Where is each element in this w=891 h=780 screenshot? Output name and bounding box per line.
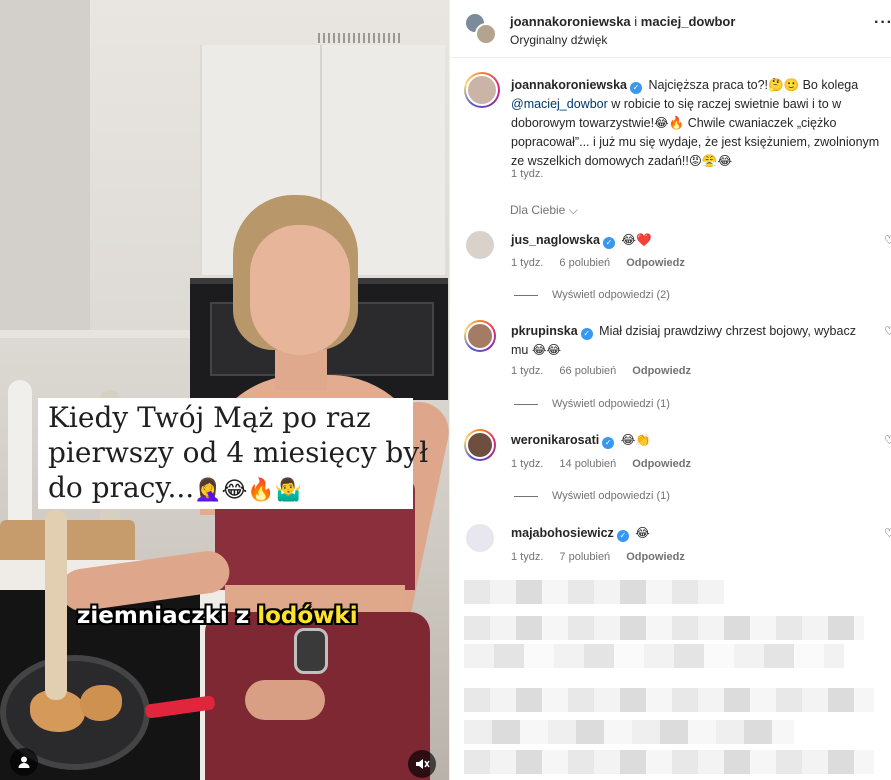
post-panel: joannakoroniewska i maciej_dowbor Orygin…: [449, 0, 891, 780]
like-heart-icon[interactable]: ♡: [884, 324, 891, 338]
pixelated-block: [464, 644, 844, 668]
view-replies-label: Wyświetl odpowiedzi (1): [552, 490, 670, 502]
avatar[interactable]: [464, 429, 496, 461]
view-replies-button[interactable]: Wyświetl odpowiedzi (1): [514, 398, 670, 410]
audio-link[interactable]: Oryginalny dźwięk: [510, 33, 607, 47]
collab-avatars[interactable]: [464, 12, 498, 46]
like-heart-icon[interactable]: ♡: [884, 526, 891, 540]
comment-time[interactable]: 1 tydz.: [511, 257, 543, 269]
more-options-icon[interactable]: ···: [874, 14, 891, 32]
pixelated-block: [464, 750, 874, 774]
author-separator: i: [630, 14, 641, 29]
smartwatch: [294, 628, 328, 674]
comment-text: jus_naglowska ✓ 😂❤️: [511, 231, 871, 250]
comment-filter-dropdown[interactable]: Dla Ciebie ⌵: [510, 203, 578, 218]
divider: [514, 294, 538, 296]
post-header: joannakoroniewska i maciej_dowbor Orygin…: [450, 0, 891, 58]
subtitle-highlight: lodówki: [257, 603, 358, 629]
video-caption: Kiedy Twój Mąż po raz pierwszy od 4 mies…: [38, 398, 429, 509]
comment-text: weronikarosati ✓ 😂👏: [511, 431, 871, 450]
caption-line: pierwszy od 4 miesięcy był: [48, 436, 429, 469]
author-link[interactable]: maciej_dowbor: [641, 14, 736, 29]
divider: [514, 403, 538, 405]
comment-username[interactable]: weronikarosati: [511, 433, 599, 447]
avatar[interactable]: [464, 229, 496, 261]
volume-mute-icon[interactable]: [408, 750, 436, 778]
person-face: [250, 225, 350, 355]
caption-username[interactable]: joannakoroniewska: [511, 78, 627, 92]
comment-likes[interactable]: 66 polubień: [559, 365, 616, 377]
food-piece: [80, 685, 122, 721]
comment-text: majabohosiewicz ✓ 😂: [511, 524, 871, 543]
caption-line: do pracy...🤦‍♀️😂🔥🤷‍♂️: [48, 470, 403, 508]
comment-likes[interactable]: 6 polubień: [559, 257, 610, 269]
like-heart-icon[interactable]: ♡: [884, 233, 891, 247]
reply-button[interactable]: Odpowiedz: [626, 257, 685, 269]
caption-emojis: 🤦‍♀️😂🔥🤷‍♂️: [194, 478, 303, 503]
pixelated-block: [464, 688, 874, 712]
view-replies-label: Wyświetl odpowiedzi (2): [552, 289, 670, 301]
comment-time[interactable]: 1 tydz.: [511, 458, 543, 470]
pixelated-comments: [464, 580, 879, 775]
comment-likes[interactable]: 7 polubień: [559, 551, 610, 563]
verified-icon: ✓: [616, 530, 629, 542]
verified-icon: ✓: [602, 237, 615, 249]
vent: [318, 33, 400, 43]
comment-username[interactable]: jus_naglowska: [511, 233, 600, 247]
author-link[interactable]: joannakoroniewska: [510, 14, 631, 29]
comment-meta: 1 tydz. 6 polubień Odpowiedz: [511, 257, 701, 269]
cutting-board: [0, 520, 135, 565]
avatar[interactable]: [464, 72, 500, 108]
divider: [514, 495, 538, 497]
reel-video[interactable]: Kiedy Twój Mąż po raz pierwszy od 4 mies…: [0, 0, 449, 780]
comment-meta: 1 tydz. 7 polubień Odpowiedz: [511, 551, 701, 563]
view-replies-label: Wyświetl odpowiedzi (1): [552, 398, 670, 410]
reply-button[interactable]: Odpowiedz: [632, 458, 691, 470]
pixelated-block: [464, 616, 864, 640]
post-authors: joannakoroniewska i maciej_dowbor: [510, 14, 735, 29]
caption-body: Najcięższa praca to?!🤔🙂 Bo kolega: [645, 78, 859, 92]
comment-meta: 1 tydz. 66 polubień Odpowiedz: [511, 365, 707, 377]
comment-body: 😂👏: [617, 433, 651, 447]
comment-body: 😂❤️: [617, 233, 652, 247]
subtitle-text: ziemniaczki z: [77, 603, 258, 629]
comment-time[interactable]: 1 tydz.: [511, 365, 543, 377]
caption-text: joannakoroniewska ✓ Najcięższa praca to?!…: [511, 76, 891, 171]
view-replies-button[interactable]: Wyświetl odpowiedzi (1): [514, 490, 670, 502]
kitchen-wall: [0, 0, 90, 330]
view-replies-button[interactable]: Wyświetl odpowiedzi (2): [514, 289, 670, 301]
caption-line: Kiedy Twój Mąż po raz: [48, 401, 371, 434]
reply-button[interactable]: Odpowiedz: [632, 365, 691, 377]
mention-link[interactable]: @maciej_dowbor: [511, 97, 608, 111]
comment-body: 😂: [631, 526, 650, 540]
verified-icon: ✓: [630, 82, 643, 94]
comment-time[interactable]: 1 tydz.: [511, 551, 543, 563]
caption-line-text: do pracy...: [48, 471, 195, 504]
avatar[interactable]: [464, 320, 496, 352]
like-heart-icon[interactable]: ♡: [884, 433, 891, 447]
verified-icon: ✓: [580, 328, 593, 340]
pixelated-block: [464, 720, 794, 744]
comment-text: pkrupinska ✓ Miał dzisiaj prawdziwy chrze…: [511, 322, 871, 360]
person-hand: [245, 680, 325, 720]
comment-meta: 1 tydz. 14 polubień Odpowiedz: [511, 458, 707, 470]
pixelated-block: [464, 580, 724, 604]
avatar[interactable]: [464, 522, 496, 554]
caption-timestamp[interactable]: 1 tydz.: [511, 168, 543, 180]
spatula: [45, 510, 67, 700]
reply-button[interactable]: Odpowiedz: [626, 551, 685, 563]
comment-username[interactable]: pkrupinska: [511, 324, 578, 338]
verified-icon: ✓: [602, 437, 615, 449]
video-subtitle: ziemniaczki z lodówki: [77, 603, 358, 629]
user-icon[interactable]: [10, 748, 38, 776]
comment-likes[interactable]: 14 polubień: [559, 458, 616, 470]
comment-username[interactable]: majabohosiewicz: [511, 526, 614, 540]
pepper-grinder: [8, 380, 32, 530]
avatar[interactable]: [475, 23, 497, 45]
